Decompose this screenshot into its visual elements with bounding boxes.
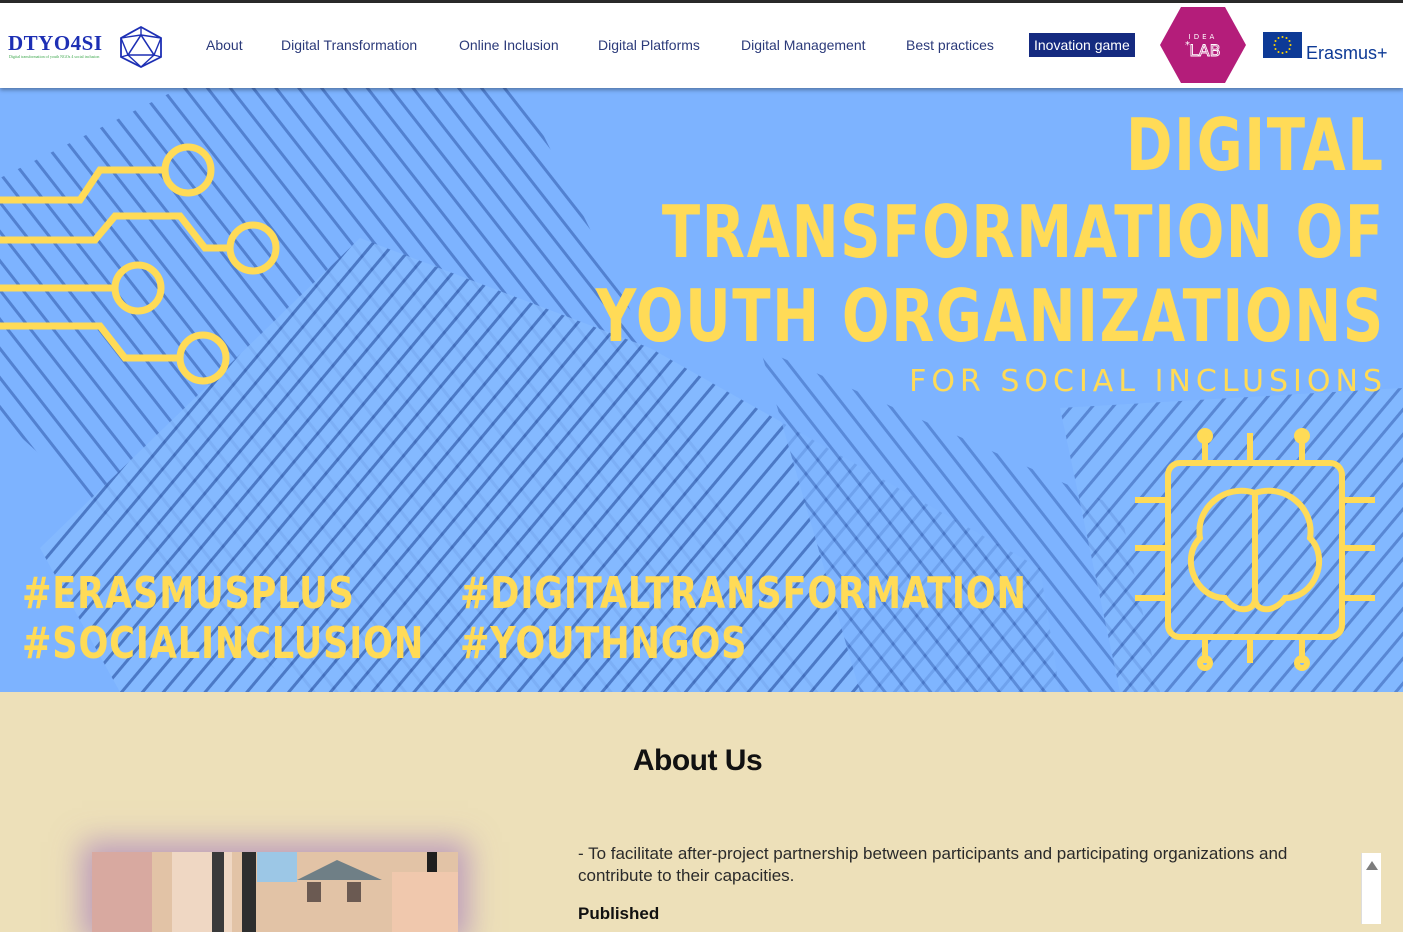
about-description: - To facilitate after-project partnershi… [578, 845, 1288, 885]
hero-title-line-3: YOUTH ORGANIZATIONS [595, 274, 1385, 358]
about-text-scroll-area[interactable]: - To facilitate after-project partnershi… [578, 845, 1358, 924]
idea-lab-top-text: IDEA [1189, 33, 1218, 41]
logo-text: DTYO4SI [8, 31, 103, 55]
hashtag-socialinclusion: #SOCIALINCLUSION [22, 618, 425, 669]
asterisk-icon: * [1185, 40, 1190, 51]
idea-lab-logo[interactable]: IDEA LAB * [1159, 6, 1247, 84]
idea-lab-bottom-text: LAB [1189, 41, 1220, 60]
nav-digital-transformation[interactable]: Digital Transformation [281, 37, 417, 53]
hashtag-digitaltransformation: #DIGITALTRANSFORMATION [460, 568, 1027, 619]
hero-title-line-1: DIGITAL [1126, 103, 1385, 187]
nav-digital-management[interactable]: Digital Management [741, 37, 866, 53]
nav-digital-platforms[interactable]: Digital Platforms [598, 37, 700, 53]
site-header: DTYO4SI Digital transformation of youth … [0, 3, 1403, 88]
site-logo[interactable]: DTYO4SI Digital transformation of youth … [8, 25, 168, 71]
hashtag-erasmusplus: #ERASMUSPLUS [22, 568, 355, 619]
erasmus-plus-logo[interactable]: Erasmus+ [1263, 32, 1393, 64]
erasmus-plus-text: Erasmus+ [1306, 43, 1388, 63]
hero-subtitle: FOR SOCIAL INCLUSIONS [909, 364, 1387, 399]
nav-inovation-game-button[interactable]: Inovation game [1029, 33, 1135, 57]
published-label: Published [578, 904, 660, 923]
hashtag-youthngos: #YOUTHNGOS [460, 618, 748, 669]
hero-title-line-2: TRANSFORMATION OF [662, 190, 1385, 274]
about-us-heading: About Us [632, 744, 763, 777]
logo-tagline: Digital transformation of youth NGOs 4 s… [9, 54, 100, 59]
scroll-up-arrow-icon[interactable] [1366, 861, 1378, 870]
icosahedron-icon [120, 25, 162, 69]
nav-about[interactable]: About [206, 37, 243, 53]
eu-flag-icon [1263, 32, 1302, 58]
building-photo-image [92, 852, 458, 932]
hero-banner: DIGITAL TRANSFORMATION OF YOUTH ORGANIZA… [0, 88, 1403, 692]
about-scrollbar[interactable] [1361, 853, 1381, 924]
nav-online-inclusion[interactable]: Online Inclusion [459, 37, 559, 53]
about-photo [92, 852, 458, 932]
nav-best-practices[interactable]: Best practices [906, 37, 994, 53]
